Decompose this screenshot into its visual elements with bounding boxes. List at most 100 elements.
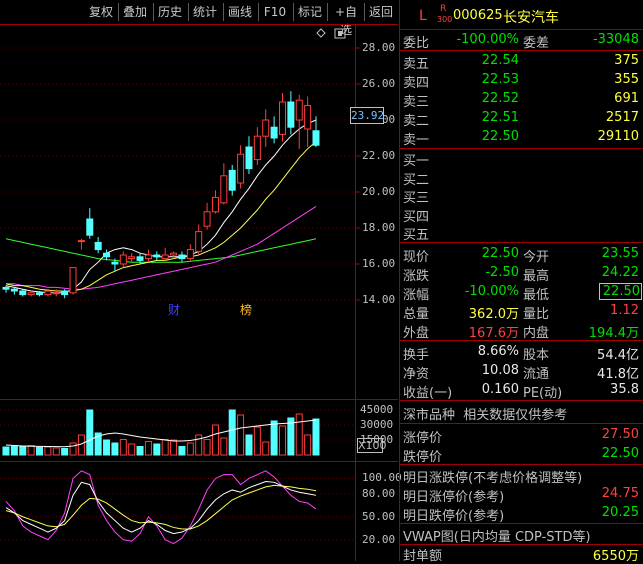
price-axis-label: 14.00 xyxy=(362,293,396,306)
candle-body xyxy=(77,240,85,243)
sell-level-price[interactable]: 22.52 xyxy=(439,91,519,106)
seal-value: 6550万 xyxy=(592,549,639,564)
quote-panel: L R 300 000625 长安汽车 委比 -100.00% 委差 -3304… xyxy=(399,0,643,564)
buy-level-label: 买三 xyxy=(403,191,430,206)
market-title: 深市品种 相关数据仅供参考 xyxy=(403,408,568,423)
price-axis-label: 18.00 xyxy=(362,221,396,234)
sell-level-label: 卖五 xyxy=(403,57,430,72)
sell-level-label: 卖一 xyxy=(403,133,430,148)
candle-body xyxy=(69,267,77,294)
kdj-d-line xyxy=(5,484,317,530)
candle-body xyxy=(312,130,320,146)
stock-name: 长安汽车 xyxy=(503,10,559,26)
event-marker-list[interactable]: 榜 xyxy=(240,301,252,318)
ma-green-line xyxy=(5,238,317,263)
limit-down-label: 跌停价 xyxy=(403,450,443,465)
volume-bar xyxy=(186,442,194,456)
chart-area[interactable]: 复权 叠加 历史 统计 画线 F10 标记 +自选 返回 28.00 26.00 2… xyxy=(0,0,402,561)
kdj-axis-label: 20.00 xyxy=(362,532,396,546)
commit-ratio-value: -100.00% xyxy=(456,32,519,47)
now-value: 22.50 xyxy=(481,246,519,261)
volume-bar xyxy=(103,439,111,456)
low-label: 最低 xyxy=(523,288,550,303)
outer-value: 167.6万 xyxy=(468,326,519,341)
candle-body xyxy=(237,153,245,184)
tomorrow-up-label: 明日涨停价(参考) xyxy=(403,490,505,505)
equity-value: 54.4亿 xyxy=(597,348,639,363)
volume-bar xyxy=(211,424,219,456)
candle-body xyxy=(195,231,203,252)
tomorrow-up-value: 24.75 xyxy=(601,486,639,501)
buy-level-label: 买二 xyxy=(403,172,430,188)
candle-body xyxy=(170,252,178,256)
candle-body xyxy=(262,119,270,137)
volume-axis-label: 30000 xyxy=(360,418,394,431)
tomorrow-title: 明日涨跌停(不考虑价格调整等) xyxy=(403,471,583,486)
sell-level-volume: 355 xyxy=(614,72,639,87)
limit-up-value: 27.50 xyxy=(601,427,639,442)
candle-body xyxy=(111,261,119,265)
pct-label: 涨幅 xyxy=(403,288,430,303)
volume-bar xyxy=(36,447,44,456)
volume-ma-line xyxy=(5,419,317,448)
sell-level-label: 卖三 xyxy=(403,95,430,110)
volume-label: 总量 xyxy=(403,307,430,322)
commit-diff-label: 委差 xyxy=(523,36,550,51)
volume-bar xyxy=(144,441,152,456)
price-axis-label: 20.00 xyxy=(362,185,396,198)
candle-body xyxy=(220,175,228,204)
low-value: 22.50 xyxy=(599,283,642,300)
price-axis-label: 28.00 xyxy=(362,41,396,54)
sell-level-volume: 2517 xyxy=(605,110,639,125)
candle-body xyxy=(295,99,303,121)
stock-tag-bottom: 300 xyxy=(437,15,453,24)
open-label: 今开 xyxy=(523,250,550,265)
candle-body xyxy=(278,101,286,135)
volume-bar xyxy=(61,448,69,456)
volume-bar xyxy=(270,420,278,456)
price-axis-label: 22.00 xyxy=(362,149,396,162)
sell-level-volume: 29110 xyxy=(597,129,639,144)
volume-ratio-value: 1.12 xyxy=(610,303,639,318)
kdj-axis-label: 100.00 xyxy=(362,471,402,485)
sell-level-price[interactable]: 22.51 xyxy=(439,110,519,125)
volume-bar xyxy=(253,426,261,456)
candle-body xyxy=(211,196,219,213)
diamond-icon[interactable] xyxy=(316,28,326,38)
candle-body xyxy=(178,254,186,260)
limit-up-label: 涨停价 xyxy=(403,431,443,446)
kline-chart[interactable] xyxy=(0,0,398,561)
sell-level-label: 卖二 xyxy=(403,114,430,129)
commit-ratio-label: 委比 xyxy=(403,36,430,51)
ma-white-line xyxy=(5,119,317,294)
volume-bar xyxy=(220,437,228,456)
pe-value: 35.8 xyxy=(610,382,639,397)
candle-body xyxy=(203,211,211,227)
sell-level-price[interactable]: 22.50 xyxy=(439,129,519,144)
now-label: 现价 xyxy=(403,250,430,265)
open-value: 23.55 xyxy=(601,246,639,261)
change-label: 涨跌 xyxy=(403,269,430,284)
sell-level-price[interactable]: 22.53 xyxy=(439,72,519,87)
candle-body xyxy=(86,218,94,236)
event-marker-finance[interactable]: 财 xyxy=(168,301,180,318)
nav-label: 净资 xyxy=(403,367,430,382)
inner-value: 194.4万 xyxy=(588,326,639,341)
turnover-label: 换手 xyxy=(403,348,430,363)
seal-label: 封单额 xyxy=(403,549,443,564)
candle-body xyxy=(287,101,295,128)
volume-bar xyxy=(19,445,27,456)
kdj-axis-label: 80.00 xyxy=(362,486,396,500)
volume-bar xyxy=(178,446,186,456)
float-value: 41.8亿 xyxy=(597,367,639,382)
candle-body xyxy=(103,252,111,258)
price-axis-label: 16.00 xyxy=(362,257,396,270)
sell-level-volume: 691 xyxy=(614,91,639,106)
volume-bar xyxy=(203,439,211,456)
candle-body xyxy=(161,254,169,260)
volume-bar xyxy=(2,446,10,456)
sell-level-price[interactable]: 22.54 xyxy=(439,53,519,68)
outer-label: 外盘 xyxy=(403,326,430,341)
pct-value: -10.00% xyxy=(464,284,519,299)
vwap-title[interactable]: VWAP图(日内均量 CDP-STD等) xyxy=(403,526,591,545)
